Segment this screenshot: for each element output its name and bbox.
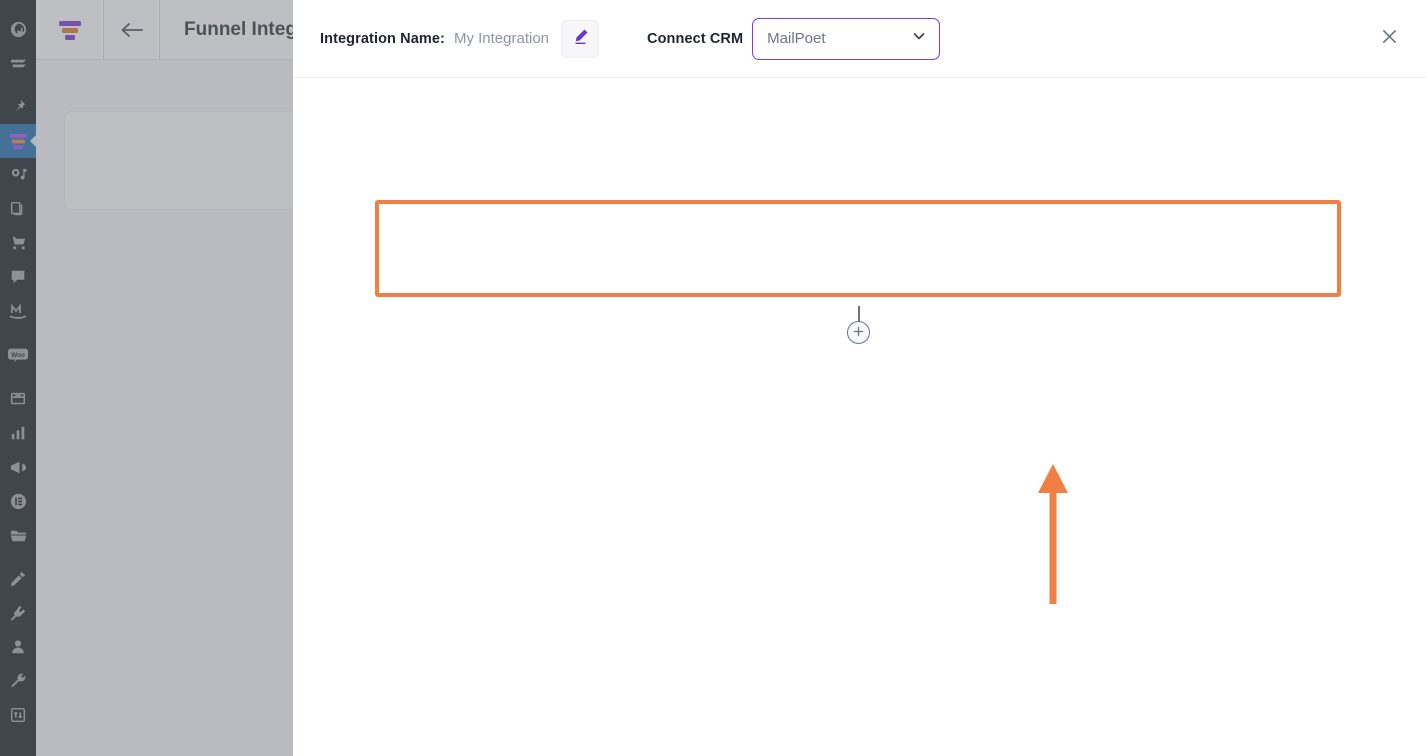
edit-integration-name-button[interactable]: [561, 19, 600, 58]
connect-crm-label: Connect CRM: [647, 30, 744, 47]
integration-name-label: Integration Name:: [320, 30, 445, 47]
chevron-down-icon: [911, 28, 927, 49]
modal-body: [293, 78, 1426, 756]
close-modal-button[interactable]: [1376, 26, 1402, 52]
add-step-button[interactable]: [847, 321, 870, 344]
modal-header: Integration Name: My Integration Connect…: [293, 0, 1426, 78]
crm-integration-modal: Integration Name: My Integration Connect…: [293, 0, 1426, 756]
up-arrow-annotation: [1037, 462, 1069, 609]
crm-select[interactable]: MailPoet: [752, 17, 941, 60]
plus-icon: [852, 325, 865, 341]
integration-name-value: My Integration: [453, 30, 550, 47]
crm-select-value: MailPoet: [767, 30, 826, 47]
screen-root: Funnel Integr Woo Integration Name: My I…: [0, 0, 1426, 756]
close-icon: [1380, 27, 1399, 51]
pencil-icon: [571, 27, 590, 51]
